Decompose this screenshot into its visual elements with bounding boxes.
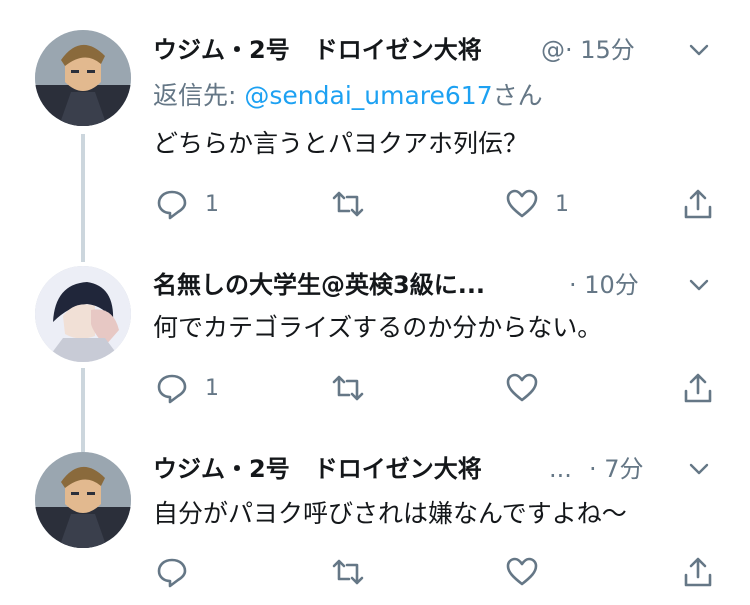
- like-icon: [506, 189, 538, 218]
- timestamp[interactable]: · 10分: [569, 268, 639, 302]
- reply-count: 1: [205, 375, 219, 401]
- reply-button[interactable]: 1: [155, 368, 219, 408]
- chevron-down-icon[interactable]: [686, 272, 712, 298]
- reply-icon: [157, 374, 187, 404]
- display-name[interactable]: 名無しの大学生@英検3級に...: [153, 268, 553, 302]
- reply-to-suffix: さん: [492, 81, 543, 110]
- share-icon: [684, 189, 712, 219]
- share-icon: [684, 373, 712, 403]
- avatar[interactable]: [35, 266, 131, 362]
- retweet-icon: [332, 375, 364, 401]
- retweet-button[interactable]: [331, 368, 381, 408]
- reply-button[interactable]: [155, 552, 205, 592]
- like-icon: [506, 373, 538, 402]
- share-button[interactable]: [681, 552, 715, 592]
- reply-icon: [157, 558, 187, 588]
- like-button[interactable]: [505, 368, 555, 408]
- reply-button[interactable]: 1: [155, 184, 219, 224]
- reply-to-label: 返信先:: [153, 81, 245, 110]
- handle[interactable]: ...: [549, 452, 572, 486]
- chevron-down-icon[interactable]: [686, 37, 712, 63]
- tweet-text: どちらか言うとパヨクアホ列伝？: [153, 129, 529, 158]
- display-name[interactable]: ウジム・2号 ドロイゼン大将: [153, 452, 533, 486]
- avatar[interactable]: [35, 452, 131, 548]
- tweet-text: 何でカテゴライズするのか分からない。: [153, 313, 603, 342]
- tweet-text: 自分がパヨク呼びされは嫌なんですよね～: [153, 499, 627, 528]
- chevron-down-icon[interactable]: [686, 456, 712, 482]
- retweet-icon: [332, 559, 364, 585]
- display-name[interactable]: ウジム・2号 ドロイゼン大将: [153, 33, 533, 67]
- share-icon: [684, 557, 712, 587]
- like-button[interactable]: [505, 552, 555, 592]
- timestamp[interactable]: · 7分: [589, 452, 644, 486]
- retweet-icon: [332, 191, 364, 217]
- timestamp[interactable]: · 15分: [565, 33, 635, 67]
- retweet-button[interactable]: [331, 552, 381, 592]
- retweet-button[interactable]: [331, 184, 381, 224]
- handle[interactable]: @: [541, 33, 565, 67]
- avatar[interactable]: [35, 30, 131, 126]
- like-count: 1: [555, 191, 569, 217]
- tweet[interactable]: ウジム・2号 ドロイゼン大将 @ · 15分 返信先: @sendai_umar…: [0, 0, 750, 240]
- like-icon: [506, 557, 538, 586]
- like-button[interactable]: 1: [505, 184, 569, 224]
- reply-mention-link[interactable]: @sendai_umare617: [244, 81, 492, 110]
- reply-count: 1: [205, 191, 219, 217]
- share-button[interactable]: [681, 368, 715, 408]
- share-button[interactable]: [681, 184, 715, 224]
- reply-icon: [157, 190, 187, 220]
- reply-to-line: 返信先: @sendai_umare617さん: [153, 79, 543, 113]
- thread-line: [81, 368, 85, 452]
